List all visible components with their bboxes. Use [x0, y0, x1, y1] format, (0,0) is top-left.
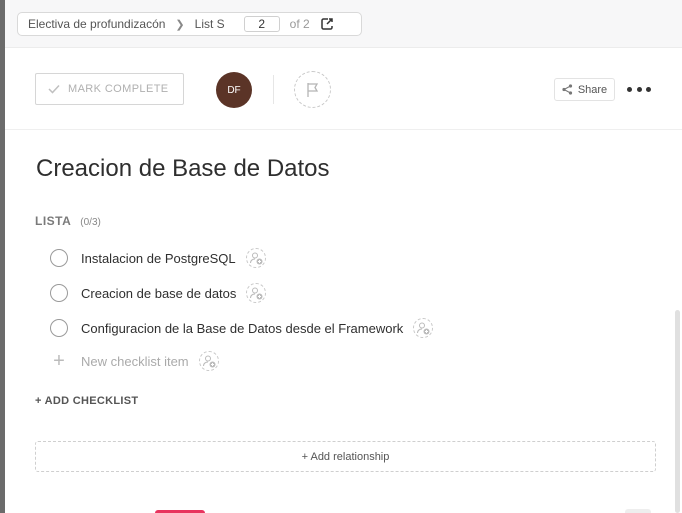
export-icon[interactable] — [320, 17, 334, 31]
scrollbar[interactable] — [675, 310, 680, 513]
checklist-item-label[interactable]: Instalacion de PostgreSQL — [81, 251, 236, 266]
checklist-item: Configuracion de la Base de Datos desde … — [50, 318, 434, 338]
share-label: Share — [577, 83, 608, 96]
checklist-header: LISTA (0/3) — [35, 214, 101, 228]
page-number-input[interactable] — [243, 16, 280, 32]
assign-user-icon[interactable] — [246, 283, 267, 303]
assign-user-icon[interactable] — [413, 318, 434, 338]
plus-icon: + — [53, 350, 65, 372]
share-icon — [562, 84, 572, 95]
chevron-right-icon: ❯ — [175, 18, 185, 31]
breadcrumb-list[interactable]: List S — [195, 17, 225, 31]
more-options-icon[interactable] — [627, 80, 651, 98]
checklist-item: Instalacion de PostgreSQL — [50, 248, 266, 268]
share-button[interactable]: Share — [554, 78, 615, 101]
checklist-item-label[interactable]: Configuracion de la Base de Datos desde … — [81, 321, 403, 336]
check-icon — [48, 84, 60, 94]
checklist-item: Creacion de base de datos — [50, 283, 267, 303]
breadcrumb-bar: Electiva de profundizacón ❯ List S of 2 — [5, 0, 682, 48]
add-checklist-button[interactable]: + ADD CHECKLIST — [35, 395, 138, 407]
mark-complete-label: MARK COMPLETE — [68, 83, 169, 95]
task-panel: Electiva de profundizacón ❯ List S of 2 … — [5, 0, 682, 513]
mark-complete-button[interactable]: MARK COMPLETE — [35, 73, 184, 105]
checklist-item-checkbox[interactable] — [50, 319, 68, 337]
breadcrumb-space[interactable]: Electiva de profundizacón — [28, 17, 165, 31]
checklist-name[interactable]: LISTA — [35, 214, 71, 228]
assignee-avatar[interactable]: DF — [216, 72, 252, 108]
checklist-item-label[interactable]: Creacion de base de datos — [81, 286, 236, 301]
priority-flag-button[interactable] — [294, 71, 331, 108]
flag-icon — [306, 82, 318, 97]
checklist-count: (0/3) — [80, 217, 101, 228]
assign-user-icon[interactable] — [198, 351, 219, 371]
new-checklist-item: + New checklist item — [50, 351, 219, 371]
breadcrumb: Electiva de profundizacón ❯ List S of 2 — [17, 12, 362, 36]
task-actions-row: MARK COMPLETE DF Share — [5, 49, 682, 130]
corner-button[interactable] — [625, 509, 651, 513]
divider — [273, 75, 274, 104]
page-count: of 2 — [289, 17, 310, 31]
assign-user-icon[interactable] — [245, 248, 266, 268]
task-title[interactable]: Creacion de Base de Datos — [36, 155, 330, 183]
checklist-item-checkbox[interactable] — [50, 284, 68, 302]
new-checklist-item-input[interactable]: New checklist item — [81, 354, 189, 369]
checklist-item-checkbox[interactable] — [50, 249, 68, 267]
add-relationship-button[interactable]: + Add relationship — [35, 441, 656, 472]
